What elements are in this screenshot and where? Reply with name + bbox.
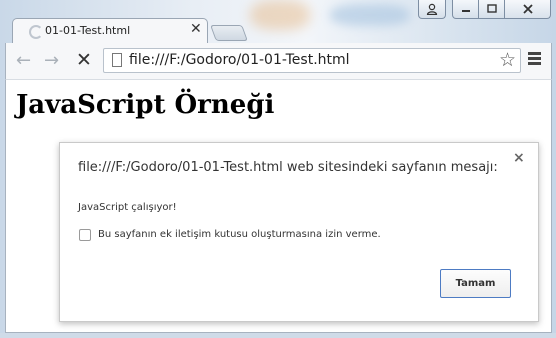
new-tab-button[interactable] [210, 25, 248, 41]
user-profile-button[interactable] [418, 0, 446, 19]
loading-spinner-icon [29, 25, 43, 39]
minimize-button[interactable] [452, 0, 479, 19]
close-icon [522, 4, 533, 14]
frame-decoration [250, 0, 310, 30]
window-close-button[interactable] [504, 0, 551, 19]
window-frame: 01-01-Test.html ✕ ← → ✕ file:///F:/Godor… [0, 0, 556, 338]
maximize-button[interactable] [478, 0, 505, 19]
tab-title: 01-01-Test.html [45, 24, 131, 37]
dialog-close-icon[interactable]: × [513, 150, 525, 166]
tab-close-icon[interactable]: ✕ [190, 21, 202, 37]
user-icon [426, 3, 438, 15]
address-bar[interactable]: file:///F:/Godoro/01-01-Test.html ☆ [103, 48, 521, 73]
maximize-icon [486, 4, 497, 13]
back-arrow-icon[interactable]: ← [16, 50, 31, 71]
url-text[interactable]: file:///F:/Godoro/01-01-Test.html [129, 52, 350, 68]
tab-active[interactable]: 01-01-Test.html ✕ [12, 18, 208, 44]
page-heading: JavaScript Örneği [16, 90, 275, 120]
suppress-dialogs-checkbox[interactable] [79, 229, 91, 241]
ok-button[interactable]: Tamam [440, 269, 511, 298]
window-bottom-edge [0, 333, 556, 338]
hamburger-menu-icon[interactable] [528, 52, 541, 67]
minimize-icon [461, 10, 470, 12]
page-icon [112, 53, 122, 67]
browser-toolbar: ← → ✕ file:///F:/Godoro/01-01-Test.html … [5, 43, 552, 79]
page-viewport: JavaScript Örneği file:///F:/Godoro/01-0… [5, 79, 552, 333]
bookmark-star-icon[interactable]: ☆ [499, 49, 516, 71]
forward-arrow-icon[interactable]: → [44, 50, 59, 71]
frame-decoration [330, 4, 410, 26]
dialog-title: file:///F:/Godoro/01-01-Test.html web si… [78, 160, 498, 175]
suppress-dialogs-label[interactable]: Bu sayfanın ek iletişim kutusu oluşturma… [98, 229, 381, 240]
alert-dialog: file:///F:/Godoro/01-01-Test.html web si… [59, 142, 539, 322]
stop-loading-icon[interactable]: ✕ [76, 49, 92, 71]
dialog-message: JavaScript çalışıyor! [78, 202, 177, 213]
